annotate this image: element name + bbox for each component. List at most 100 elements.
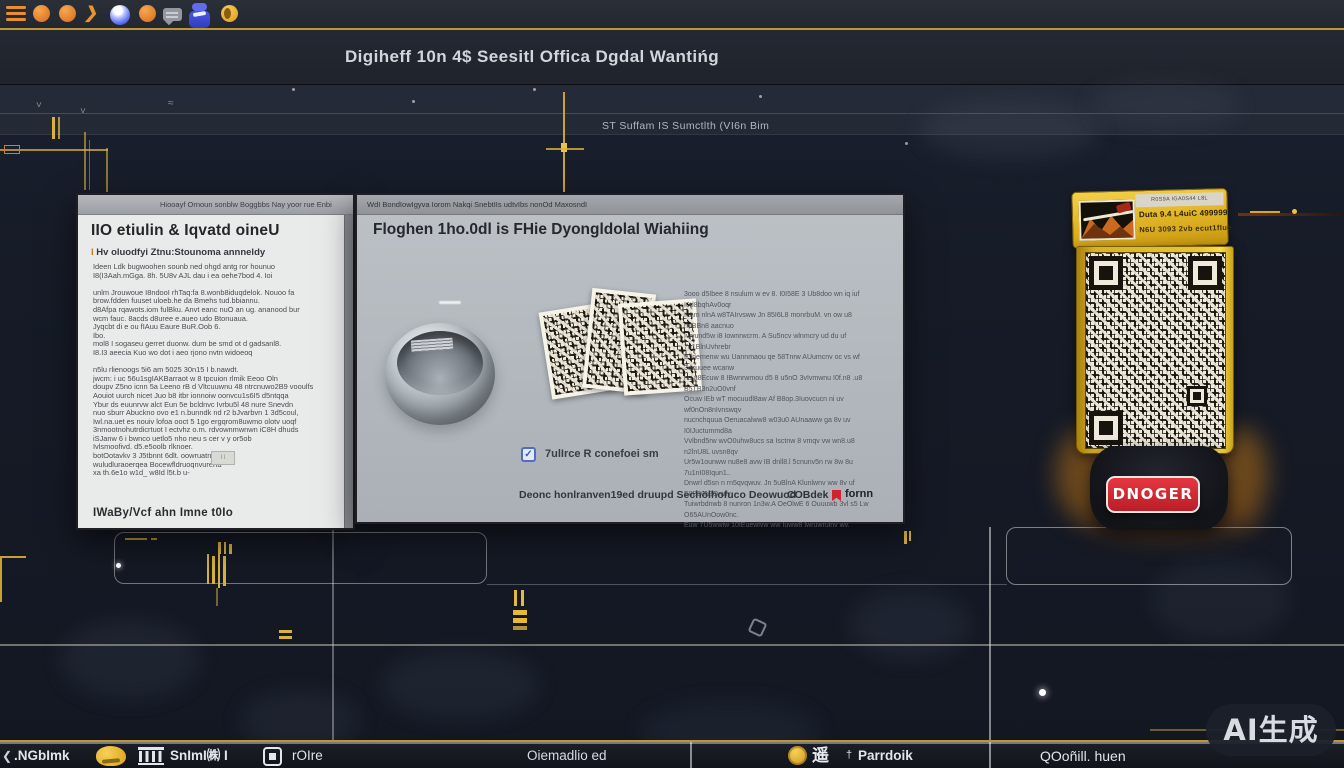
taskbar-item-nsblink[interactable]: .NGbImk	[14, 742, 70, 768]
text-line: Euw 7U5wwlw 10IEuewlvw ww Iuww8 Iwruwrul…	[684, 521, 869, 532]
text-line: I8(I3Aah.mGga. 8h. 5U8v AJL dau i ea oeh…	[93, 272, 345, 281]
taskbar-item-snimi[interactable]: SnImI㈱ I	[170, 742, 228, 768]
checkbox-label: 7ulIrce R conefoei sm	[545, 448, 659, 460]
chat-bubble-lines	[166, 12, 178, 14]
orange-dot-icon[interactable]	[33, 5, 50, 22]
card-subtitle-line: N6U 3093 2vb ecut1fIue	[1139, 223, 1232, 234]
qr-finder-dot	[1099, 421, 1113, 435]
taskbar-divider	[690, 742, 692, 768]
fox-mark	[102, 758, 120, 764]
decor-accent	[1238, 213, 1344, 216]
qr-card-body	[1076, 246, 1234, 454]
decor-glyph: ˅	[36, 100, 42, 111]
decor-line	[487, 584, 1007, 585]
bokeh-blob	[920, 100, 1100, 160]
hamburger-menu-icon[interactable]	[6, 6, 26, 9]
decor-accent	[513, 618, 527, 623]
fox-icon[interactable]	[96, 746, 126, 766]
decor-accent	[513, 626, 527, 630]
decor-accent	[84, 132, 86, 190]
text-line: 3ooo d5Ibee 8 nsulum w ev 8. I0I58E 3 Ub…	[684, 290, 869, 311]
left-dialog-footer: IWaBy/Vcf ahn Imne t0Io	[93, 507, 233, 519]
speck	[759, 95, 762, 98]
qr-mini-marker	[1187, 386, 1207, 406]
title-bar: Digiheff 10n 4$ Seesitl Offica Dgdal Wan…	[0, 30, 1344, 85]
speck	[412, 100, 415, 103]
decor-accent	[0, 556, 2, 602]
robot-icon[interactable]	[189, 3, 210, 28]
decor-accent	[904, 531, 907, 544]
checkbox[interactable]: ✓	[521, 447, 536, 462]
left-dialog-titlebar[interactable]: Hiooayf Ornoun sonblw Boggbbs Nay yoor r…	[78, 195, 353, 215]
card-title-line: Duta 9.4 L4uiC 4999997	[1139, 208, 1233, 219]
page-title: Digiheff 10n 4$ Seesitl Offica Dgdal Wan…	[0, 47, 1204, 67]
decor-accent	[563, 92, 565, 192]
decor-accent	[4, 145, 20, 154]
ok-button[interactable]: COBdek	[787, 489, 828, 501]
bank-base	[138, 763, 164, 766]
danger-button[interactable]: DNOGER	[1106, 476, 1200, 513]
decor-accent	[151, 538, 157, 540]
decor-accent	[218, 542, 221, 554]
orange-dot-icon[interactable]	[139, 5, 156, 22]
scrollbar[interactable]	[344, 215, 353, 528]
taskbar-clock-area[interactable]: QOoñill. huen	[1040, 742, 1126, 768]
text-line: xa th.6e1o w1d_ w8Id l5t.b u-	[93, 469, 345, 478]
main-dialog-window: WdI BondIowIgyva Iorom Nakqi SnebtIIs ud…	[355, 193, 905, 524]
desktop-subtitle: ST Suffam IS Sumctlth (VI6n Bim	[602, 120, 769, 132]
taskbar-item-roire[interactable]: rOIre	[292, 742, 323, 768]
bokeh-blob	[380, 650, 540, 720]
sphere-icon[interactable]	[110, 5, 130, 25]
left-dialog-body-text: Ideen Ldk bugwoohen sounb ned ohgd antg …	[93, 263, 345, 478]
orange-dot-icon[interactable]	[59, 5, 76, 22]
decor-accent	[89, 140, 90, 190]
decor-accent	[207, 554, 209, 584]
coin-icon[interactable]	[221, 5, 238, 22]
qr-finder-marker	[1188, 256, 1222, 290]
coin-tray-icon[interactable]	[788, 746, 807, 765]
decor-accent	[58, 117, 60, 139]
chat-bubble-icon[interactable]	[163, 8, 182, 21]
bokeh-blob	[850, 590, 970, 660]
taskbar-item-parrdoik[interactable]: Parrdoik	[858, 742, 913, 768]
decor-accent	[223, 556, 226, 586]
arrow-icon[interactable]: ❯	[83, 3, 101, 23]
decor-highlight	[439, 301, 461, 304]
cross-icon: †	[846, 741, 852, 768]
decor-accent	[212, 556, 215, 584]
main-dialog-footer-text: Deonc honlranven19ed druupd Sechölhofuco…	[519, 489, 796, 501]
text-line: nucnchquua Oeruacalww8 w03u0 AUnaaww ga …	[684, 416, 869, 437]
bank-columns-icon[interactable]	[138, 747, 164, 765]
window-square-icon[interactable]	[263, 747, 282, 766]
metallic-ring-image	[385, 323, 495, 425]
main-dialog-titlebar[interactable]: WdI BondIowIgyva Iorom Nakqi SnebtIIs ud…	[357, 195, 903, 215]
decor-outline-box	[114, 532, 487, 584]
qr-finder-marker	[1089, 256, 1123, 290]
speck	[905, 142, 908, 145]
qr-finder-marker	[1089, 411, 1123, 445]
speck	[533, 88, 536, 91]
text-line: Jyqcbt di e ou fIAuu Eaure BuR.Oob 6.	[93, 323, 345, 332]
decor-accent	[52, 117, 55, 139]
decor-accent	[216, 588, 218, 606]
decor-star	[748, 618, 768, 638]
decor-accent	[513, 610, 527, 615]
text-line: Vvlbnd5rw wvO0uhw8ucs sa Isctnw 8 vmqv v…	[684, 437, 869, 458]
decor-dot	[116, 563, 121, 568]
window-square-dot	[269, 753, 276, 760]
bank-roof	[138, 747, 164, 750]
robot-head	[192, 3, 207, 11]
chevron-left-icon[interactable]: ❮	[2, 742, 12, 768]
taskbar-status-center[interactable]: Oiemadlio ed	[527, 742, 607, 768]
menu-bar: ❯	[0, 0, 1344, 30]
bokeh-blob	[60, 620, 200, 700]
taskbar: ❮ .NGbImk SnImI㈱ I rOIre Oiemadlio ed 遥 …	[0, 740, 1344, 768]
bank-columns	[139, 751, 163, 762]
speck	[292, 88, 295, 91]
decor-dot	[1039, 689, 1046, 696]
decor-glyph: ˅	[80, 106, 86, 117]
cjk-glyph-icon[interactable]: 遥	[812, 742, 829, 768]
text-line: Iwvund5w i8 Iownrwcrm. A Su5ncv wlnmcry …	[684, 332, 869, 353]
qr-code	[1085, 252, 1226, 449]
qr-card-header: R0S9A IGA0S44 L8L Duta 9.4 L4uiC 4999997…	[1071, 188, 1228, 249]
